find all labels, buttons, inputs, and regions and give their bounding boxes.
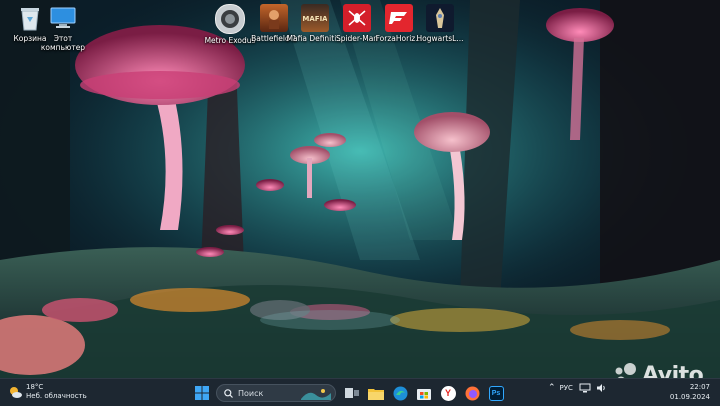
search-placeholder: Поиск xyxy=(238,388,264,398)
windows-logo-icon xyxy=(195,386,209,400)
start-button[interactable] xyxy=(192,383,212,403)
battlefield-icon xyxy=(260,4,288,32)
task-view-icon xyxy=(345,388,359,398)
taskbar: 18°C Неб. облачность Поиск Y Ps ⌃ РУС 22… xyxy=(0,378,720,406)
this-pc-icon xyxy=(49,4,77,32)
partly-cloudy-icon xyxy=(10,387,22,398)
desktop-icon-this-pc[interactable]: Этот компьютер xyxy=(33,4,93,52)
taskbar-clock[interactable]: 22:07 01.09.2024 xyxy=(670,382,710,402)
clock-time: 22:07 xyxy=(689,383,710,391)
desktop-wallpaper xyxy=(0,0,720,378)
desktop-icon-label: HogwartsL... xyxy=(416,34,464,43)
store-button[interactable] xyxy=(414,383,434,403)
yandex-browser-button[interactable]: Y xyxy=(438,383,458,403)
edge-button[interactable] xyxy=(390,383,410,403)
volume-icon[interactable] xyxy=(596,383,607,393)
photoshop-icon: Ps xyxy=(488,385,504,401)
weather-description: Неб. облачность xyxy=(26,392,87,400)
desktop-icon-hogwarts[interactable]: HogwartsL... xyxy=(410,4,470,43)
fantasy-mushroom-forest-image xyxy=(0,0,720,378)
hogwarts-icon xyxy=(426,4,454,32)
spider-man-icon xyxy=(343,4,371,32)
photoshop-button[interactable]: Ps xyxy=(486,383,506,403)
edge-icon xyxy=(393,386,407,400)
photoshop-letters: Ps xyxy=(491,389,501,397)
firefox-button[interactable] xyxy=(462,383,482,403)
taskbar-search-box[interactable]: Поиск xyxy=(216,384,336,402)
clock-date: 01.09.2024 xyxy=(669,393,710,401)
weather-widget[interactable]: 18°C Неб. облачность xyxy=(8,383,87,401)
desktop-icon-label: Этот компьютер xyxy=(40,34,86,52)
forza-icon xyxy=(385,4,413,32)
firefox-icon xyxy=(465,386,479,400)
store-icon xyxy=(417,389,431,400)
task-view-button[interactable] xyxy=(342,383,362,403)
weather-temperature: 18°C xyxy=(26,383,44,391)
file-explorer-icon xyxy=(368,388,384,400)
search-icon xyxy=(224,388,233,398)
file-explorer-button[interactable] xyxy=(366,383,386,403)
system-tray: ⌃ РУС xyxy=(548,383,607,393)
network-icon[interactable] xyxy=(579,383,591,393)
metro-exodus-icon xyxy=(215,4,245,34)
yandex-browser-icon: Y xyxy=(440,385,456,401)
input-language-indicator[interactable]: РУС xyxy=(560,384,573,392)
tray-overflow-chevron-icon[interactable]: ⌃ xyxy=(548,383,556,393)
yandex-browser-letter: Y xyxy=(444,388,451,398)
taskbar-center: Поиск Y Ps xyxy=(192,383,510,403)
search-highlight-icon xyxy=(301,389,331,400)
mafia-icon: MAFIA xyxy=(301,4,329,32)
svg-text:MAFIA: MAFIA xyxy=(303,15,327,23)
